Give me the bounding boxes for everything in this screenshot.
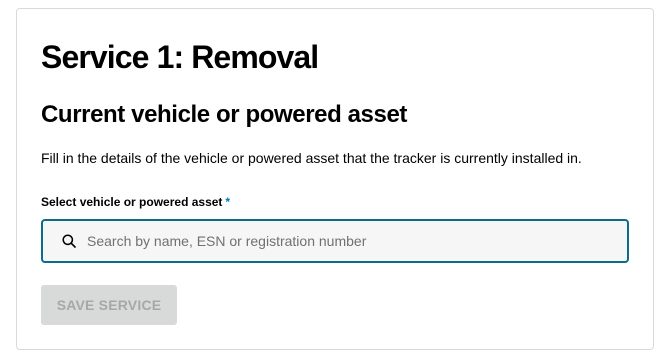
service-card: Service 1: Removal Current vehicle or po… bbox=[16, 8, 654, 350]
vehicle-search-box[interactable] bbox=[41, 219, 629, 263]
section-title: Current vehicle or powered asset bbox=[41, 101, 407, 128]
section-description: Fill in the details of the vehicle or po… bbox=[41, 150, 582, 166]
vehicle-search-input[interactable] bbox=[87, 221, 627, 261]
save-service-button[interactable]: SAVE SERVICE bbox=[41, 285, 177, 325]
vehicle-field-label: Select vehicle or powered asset * bbox=[41, 195, 230, 210]
search-icon bbox=[61, 233, 77, 249]
service-title: Service 1: Removal bbox=[41, 39, 319, 75]
vehicle-field-label-text: Select vehicle or powered asset bbox=[41, 195, 223, 209]
required-indicator: * bbox=[225, 195, 231, 209]
